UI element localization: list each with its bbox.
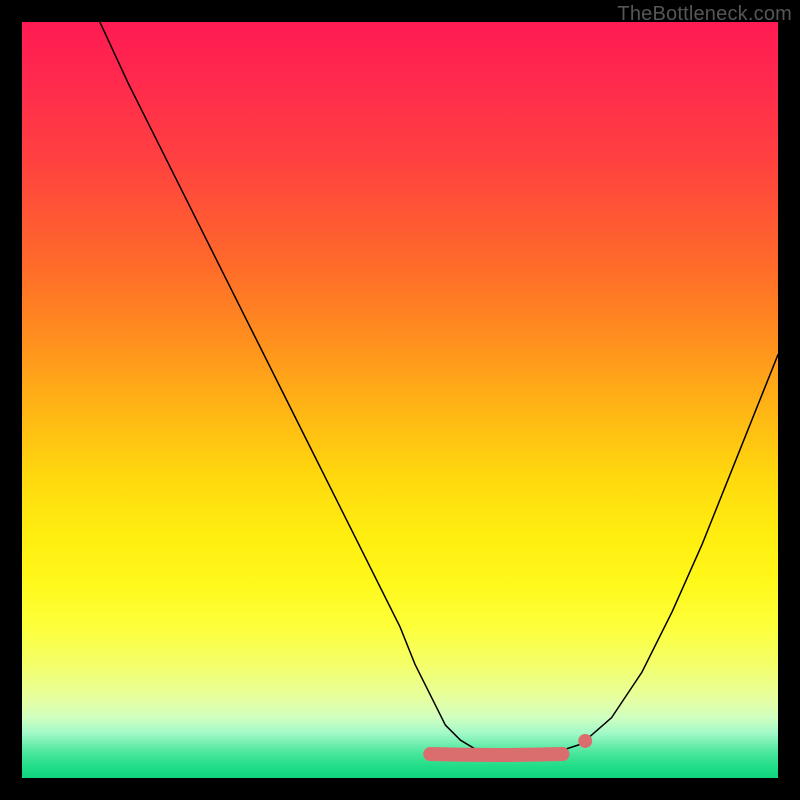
curve-layer: [22, 22, 778, 778]
bottom-band-marker: [430, 754, 562, 755]
bottleneck-curve: [100, 22, 778, 755]
plot-area: [22, 22, 778, 778]
chart-stage: TheBottleneck.com: [0, 0, 800, 800]
detached-dot-marker: [578, 734, 592, 748]
